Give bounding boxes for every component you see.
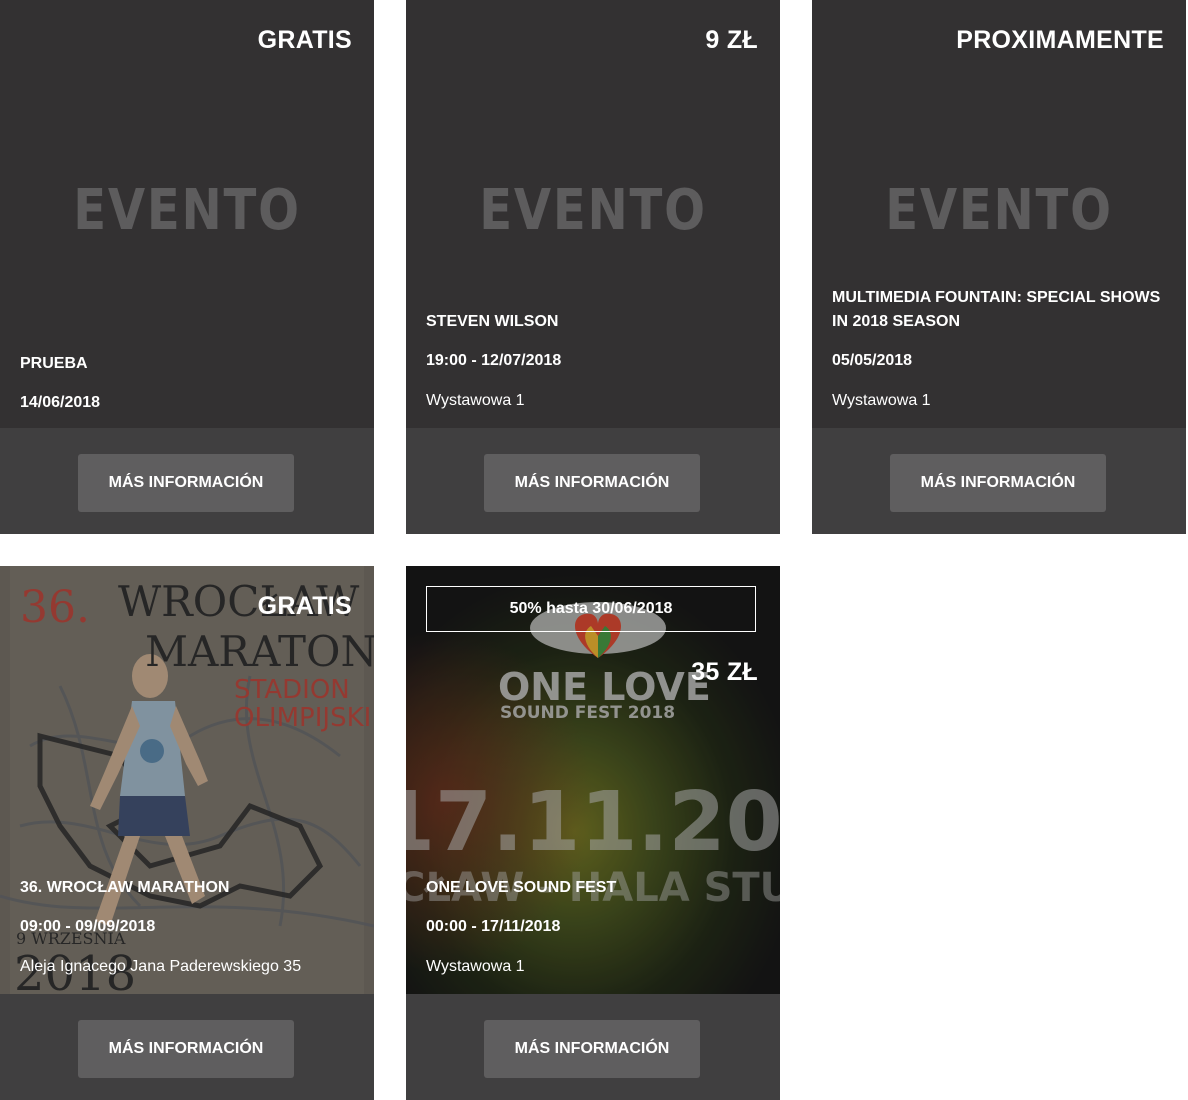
event-card-multimedia-fountain: PROXIMAMENTE EVENTO MULTIMEDIA FOUNTAIN:… [812,0,1186,534]
price-label: 35 ZŁ [691,658,758,686]
promo-badge: 50% hasta 30/06/2018 [426,586,756,632]
event-place: Wystawowa 1 [832,392,931,409]
card-footer: MÁS INFORMACIÓN [812,428,1186,534]
event-info: PRUEBA 14/06/2018 [20,352,360,413]
event-card-steven-wilson: 9 ZŁ EVENTO STEVEN WILSON 19:00 - 12/07/… [406,0,780,534]
event-place: Wystawowa 1 [426,958,525,975]
event-image: ONE LOVE SOUND FEST 2018 17.11.2018 CŁAW… [406,566,780,994]
event-title: PRUEBA [20,355,88,372]
event-date: 09:00 - 09/09/2018 [20,918,156,935]
placeholder-logo-text: EVENTO [479,178,707,243]
event-info: STEVEN WILSON 19:00 - 12/07/2018 Wystawo… [426,310,766,411]
more-info-button[interactable]: MÁS INFORMACIÓN [890,454,1106,512]
more-info-button[interactable]: MÁS INFORMACIÓN [484,1020,700,1078]
price-label: 9 ZŁ [705,26,758,54]
card-footer: MÁS INFORMACIÓN [406,994,780,1100]
more-info-button[interactable]: MÁS INFORMACIÓN [484,454,700,512]
event-title: 36. WROCŁAW MARATHON [20,879,230,896]
more-info-button[interactable]: MÁS INFORMACIÓN [78,454,294,512]
event-image-placeholder: 9 ZŁ EVENTO STEVEN WILSON 19:00 - 12/07/… [406,0,780,428]
event-place: Aleja Ignacego Jana Paderewskiego 35 [20,958,302,975]
event-info: 36. WROCŁAW MARATHON 09:00 - 09/09/2018 … [20,876,360,977]
event-title: ONE LOVE SOUND FEST [426,879,617,896]
event-title: MULTIMEDIA FOUNTAIN: SPECIAL SHOWS IN 20… [832,289,1161,330]
price-label: GRATIS [257,592,352,620]
price-label: GRATIS [257,26,352,54]
event-date: 00:00 - 17/11/2018 [426,918,561,935]
event-image-placeholder: PROXIMAMENTE EVENTO MULTIMEDIA FOUNTAIN:… [812,0,1186,428]
event-card-one-love-sound-fest: ONE LOVE SOUND FEST 2018 17.11.2018 CŁAW… [406,566,780,1100]
more-info-button[interactable]: MÁS INFORMACIÓN [78,1020,294,1078]
event-card-wroclaw-marathon: 36. WROCŁAW MARATON STADION OLIMPIJSKI 9… [0,566,374,1100]
price-label: PROXIMAMENTE [956,26,1164,54]
event-image-placeholder: GRATIS EVENTO PRUEBA 14/06/2018 [0,0,374,428]
event-image: 36. WROCŁAW MARATON STADION OLIMPIJSKI 9… [0,566,374,994]
event-info: ONE LOVE SOUND FEST 00:00 - 17/11/2018 W… [426,876,766,977]
card-footer: MÁS INFORMACIÓN [0,994,374,1100]
event-date: 14/06/2018 [20,394,101,411]
card-footer: MÁS INFORMACIÓN [406,428,780,534]
event-place: Wystawowa 1 [426,392,525,409]
placeholder-logo-text: EVENTO [885,178,1113,243]
event-date: 05/05/2018 [832,352,913,369]
event-title: STEVEN WILSON [426,313,559,330]
event-date: 19:00 - 12/07/2018 [426,352,562,369]
event-info: MULTIMEDIA FOUNTAIN: SPECIAL SHOWS IN 20… [832,286,1172,411]
event-card-prueba: GRATIS EVENTO PRUEBA 14/06/2018 MÁS INFO… [0,0,374,534]
card-footer: MÁS INFORMACIÓN [0,428,374,534]
placeholder-logo-text: EVENTO [73,178,301,243]
